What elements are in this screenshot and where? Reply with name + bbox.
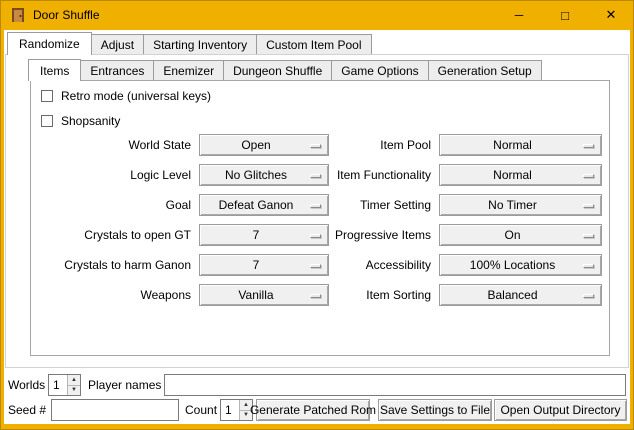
player-names-label: Player names (88, 374, 161, 396)
seed-label: Seed # (8, 399, 46, 421)
world-state-label: World State (31, 134, 191, 156)
shopsanity-checkbox[interactable] (41, 115, 53, 127)
worlds-value: 1 (49, 375, 67, 395)
spin-up-icon[interactable]: ▲ (68, 375, 80, 386)
item-functionality-label: Item Functionality (291, 164, 431, 186)
item-functionality-dropdown[interactable]: Normal (439, 164, 602, 186)
retro-mode-checkbox[interactable] (41, 90, 53, 102)
timer-setting-value: No Timer (488, 198, 537, 212)
goal-value: Defeat Ganon (219, 198, 294, 212)
accessibility-value: 100% Locations (470, 258, 555, 272)
tab-custom-item-pool[interactable]: Custom Item Pool (256, 34, 371, 54)
worlds-spinbox[interactable]: 1 ▲ ▼ (48, 374, 81, 396)
main-tab-bar: Randomize Adjust Starting Inventory Cust… (7, 31, 371, 54)
crystals-open-gt-value: 7 (253, 228, 260, 242)
app-window: Door Shuffle ─ □ ✕ Randomize Adjust Star… (0, 0, 634, 430)
app-icon (10, 7, 26, 23)
dropdown-indicator-icon (583, 174, 594, 178)
tab-game-options[interactable]: Game Options (331, 60, 428, 80)
item-pool-dropdown[interactable]: Normal (439, 134, 602, 156)
window-content: Randomize Adjust Starting Inventory Cust… (4, 30, 630, 424)
randomize-panel: Items Entrances Enemizer Dungeon Shuffle… (5, 54, 629, 368)
timer-setting-label: Timer Setting (291, 194, 431, 216)
generate-patched-rom-button[interactable]: Generate Patched Rom (256, 399, 370, 421)
titlebar[interactable]: Door Shuffle ─ □ ✕ (0, 0, 634, 30)
window-title: Door Shuffle (33, 8, 100, 22)
option-row: Weapons Vanilla Item Sorting Balanced (31, 284, 609, 306)
dropdown-indicator-icon (583, 234, 594, 238)
option-row: Crystals to open GT 7 Progressive Items … (31, 224, 609, 246)
dropdown-indicator-icon (583, 144, 594, 148)
progressive-items-label: Progressive Items (291, 224, 431, 246)
retro-mode-row: Retro mode (universal keys) (41, 88, 211, 103)
window-controls: ─ □ ✕ (496, 0, 634, 30)
dropdown-indicator-icon (583, 264, 594, 268)
save-settings-button[interactable]: Save Settings to File (378, 399, 492, 421)
tab-adjust[interactable]: Adjust (91, 34, 144, 54)
tab-randomize[interactable]: Randomize (7, 32, 92, 55)
goal-label: Goal (31, 194, 191, 216)
weapons-value: Vanilla (238, 288, 273, 302)
item-sorting-value: Balanced (487, 288, 537, 302)
items-panel: Retro mode (universal keys) Shopsanity W… (30, 80, 610, 356)
crystals-harm-ganon-value: 7 (253, 258, 260, 272)
crystals-harm-ganon-label: Crystals to harm Ganon (31, 254, 191, 276)
weapons-label: Weapons (31, 284, 191, 306)
maximize-icon[interactable]: □ (542, 0, 588, 30)
item-functionality-value: Normal (493, 168, 532, 182)
count-value: 1 (221, 400, 239, 420)
close-icon[interactable]: ✕ (588, 0, 634, 30)
tab-enemizer[interactable]: Enemizer (153, 60, 224, 80)
count-spinbox[interactable]: 1 ▲ ▼ (220, 399, 253, 421)
option-row: Crystals to harm Ganon 7 Accessibility 1… (31, 254, 609, 276)
option-row: World State Open Item Pool Normal (31, 134, 609, 156)
tab-starting-inventory[interactable]: Starting Inventory (143, 34, 257, 54)
progressive-items-value: On (504, 228, 520, 242)
dropdown-indicator-icon (583, 204, 594, 208)
retro-mode-label: Retro mode (universal keys) (61, 89, 211, 103)
progressive-items-dropdown[interactable]: On (439, 224, 602, 246)
accessibility-label: Accessibility (291, 254, 431, 276)
item-sorting-dropdown[interactable]: Balanced (439, 284, 602, 306)
shopsanity-row: Shopsanity (41, 113, 120, 128)
logic-level-value: No Glitches (225, 168, 287, 182)
timer-setting-dropdown[interactable]: No Timer (439, 194, 602, 216)
open-output-directory-button[interactable]: Open Output Directory (494, 399, 627, 421)
sub-tab-bar: Items Entrances Enemizer Dungeon Shuffle… (28, 59, 541, 80)
option-row: Goal Defeat Ganon Timer Setting No Timer (31, 194, 609, 216)
item-sorting-label: Item Sorting (291, 284, 431, 306)
worlds-spin-arrows: ▲ ▼ (67, 375, 80, 395)
minimize-icon[interactable]: ─ (496, 0, 542, 30)
shopsanity-label: Shopsanity (61, 114, 120, 128)
option-row: Logic Level No Glitches Item Functionali… (31, 164, 609, 186)
accessibility-dropdown[interactable]: 100% Locations (439, 254, 602, 276)
worlds-label: Worlds (8, 374, 45, 396)
crystals-open-gt-label: Crystals to open GT (31, 224, 191, 246)
item-pool-label: Item Pool (291, 134, 431, 156)
count-label: Count (185, 399, 217, 421)
spin-down-icon[interactable]: ▼ (68, 386, 80, 396)
seed-input[interactable] (51, 399, 179, 421)
tab-dungeon-shuffle[interactable]: Dungeon Shuffle (223, 60, 332, 80)
tab-generation-setup[interactable]: Generation Setup (428, 60, 542, 80)
player-names-input[interactable] (164, 374, 626, 396)
logic-level-label: Logic Level (31, 164, 191, 186)
world-state-value: Open (241, 138, 270, 152)
item-pool-value: Normal (493, 138, 532, 152)
dropdown-indicator-icon (583, 294, 594, 298)
tab-entrances[interactable]: Entrances (80, 60, 154, 80)
tab-items[interactable]: Items (28, 59, 81, 81)
